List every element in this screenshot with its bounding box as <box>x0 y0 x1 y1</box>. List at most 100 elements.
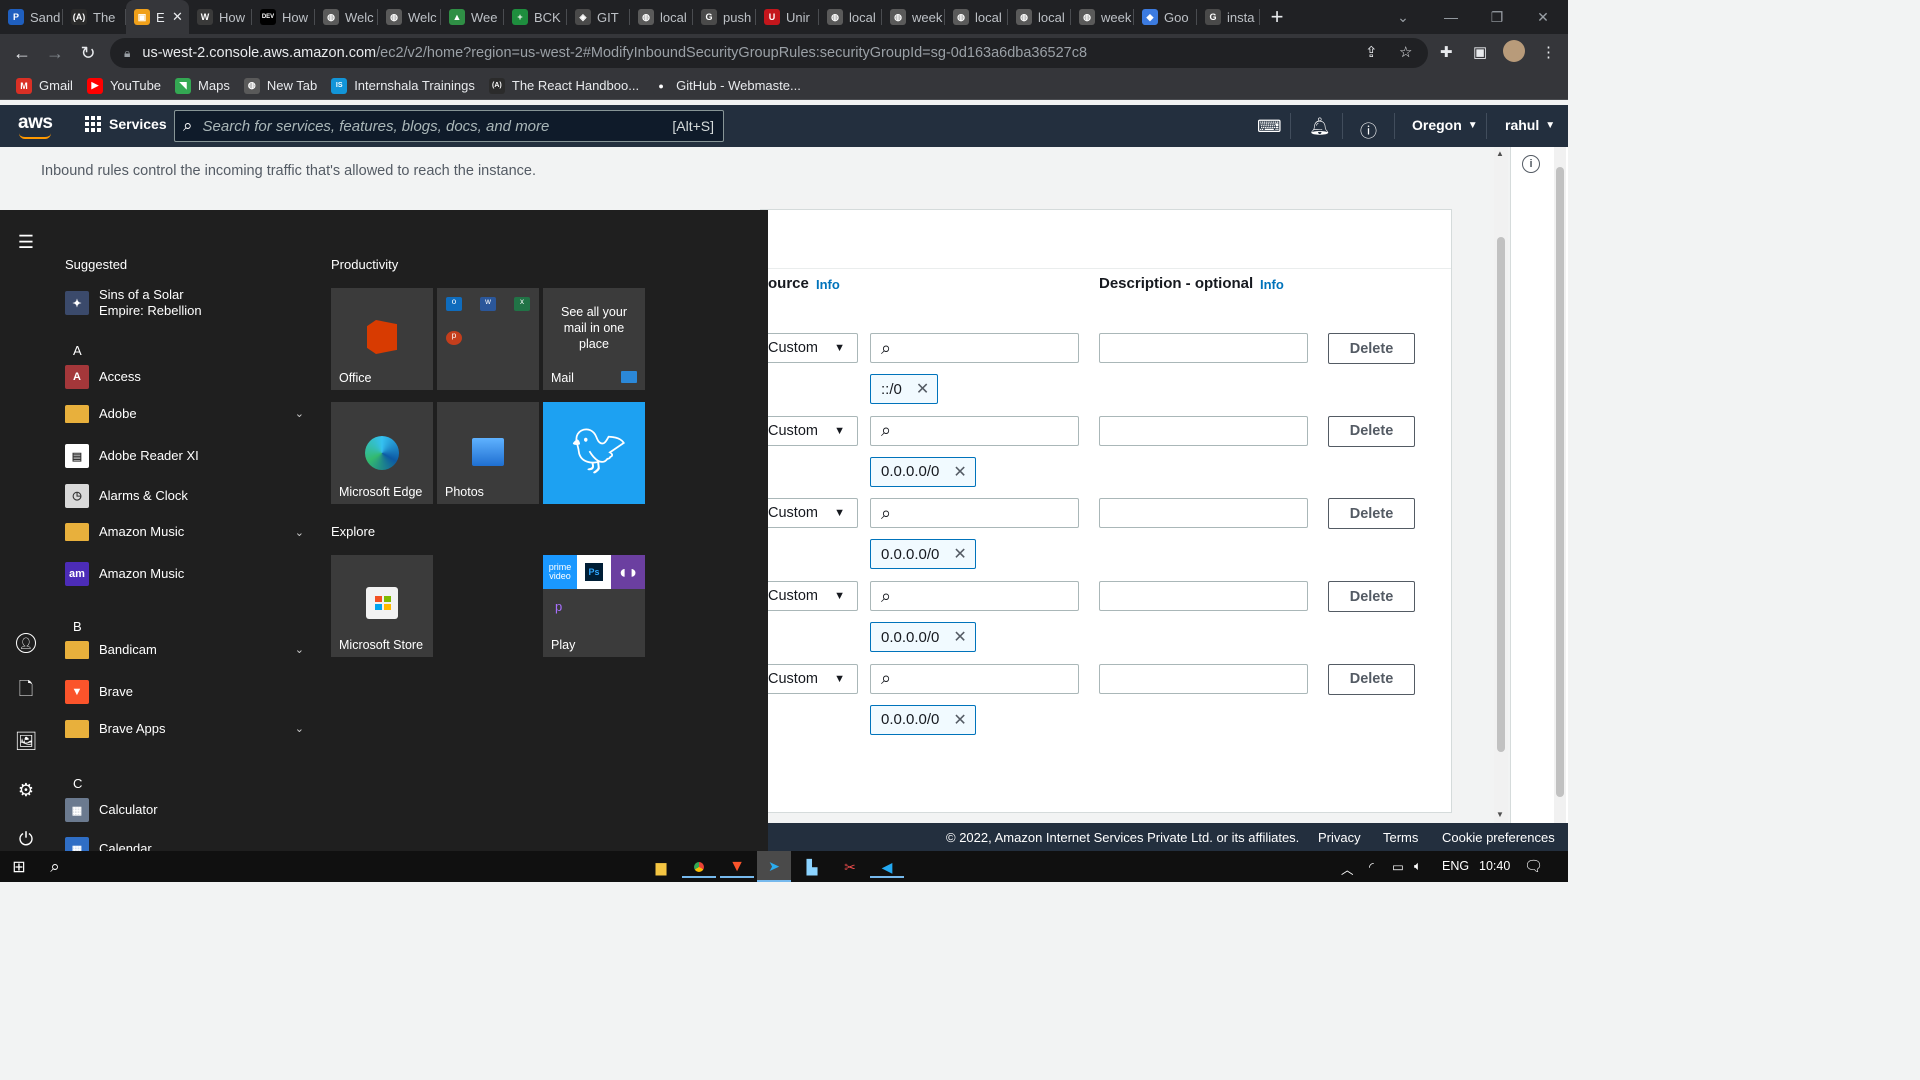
source-cidr-search-input[interactable]: ⌕ <box>870 581 1079 612</box>
browser-tab[interactable]: + BCK <box>504 0 567 34</box>
tray-chevron-icon[interactable]: ︿ <box>1341 859 1354 878</box>
close-window-button[interactable]: ✕ <box>1520 0 1566 34</box>
notes-app-icon[interactable]: ▙ <box>801 856 823 878</box>
source-cidr-search-input[interactable]: ⌕ <box>870 663 1079 694</box>
browser-tab[interactable]: ◍ week <box>1071 0 1134 34</box>
battery-icon[interactable]: ▭ <box>1392 859 1404 874</box>
browser-tab[interactable]: DEV How <box>252 0 315 34</box>
delete-rule-button[interactable]: Delete <box>1328 581 1415 613</box>
start-app-item[interactable]: Adobe ⌄ <box>65 404 310 423</box>
office-tile[interactable]: Office <box>331 288 433 390</box>
start-app-item[interactable]: ▦ Calendar <box>65 837 310 851</box>
start-app-item[interactable]: Amazon Music ⌄ <box>65 523 310 541</box>
side-panel-icon[interactable]: ▣ <box>1473 43 1487 61</box>
clock[interactable]: 10:40 <box>1479 859 1510 873</box>
profile-avatar[interactable] <box>1503 40 1525 62</box>
source-type-select[interactable]: Custom ▼ <box>762 415 858 446</box>
browser-tab[interactable]: ◍ local <box>945 0 1008 34</box>
remove-token-icon[interactable]: ✕ <box>916 379 929 399</box>
bookmark-item[interactable]: ◍ New Tab <box>243 77 317 94</box>
rule-description-input[interactable] <box>1099 663 1308 694</box>
browser-tab[interactable]: ◍ local <box>630 0 693 34</box>
browser-tab[interactable]: ◈ GIT <box>567 0 630 34</box>
brave-taskbar-icon[interactable]: ▼ <box>720 856 754 878</box>
source-info-link[interactable]: Info <box>816 277 840 292</box>
menu-kebab-icon[interactable]: ⋮ <box>1541 43 1556 61</box>
cloudshell-icon[interactable]: ⌨ <box>1257 117 1282 137</box>
wifi-icon[interactable]: ◜ <box>1369 859 1374 874</box>
start-app-item[interactable]: ▼ Brave <box>65 680 310 705</box>
notifications-icon[interactable]: 🗨︎ <box>1524 857 1543 875</box>
description-info-link[interactable]: Info <box>1260 277 1284 292</box>
browser-tab[interactable]: Ginsta <box>1197 0 1260 34</box>
account-menu[interactable]: rahul ▼ <box>1505 117 1555 133</box>
file-explorer-icon[interactable]: ▆ <box>650 856 672 878</box>
source-cidr-search-input[interactable]: ⌕ <box>870 333 1079 363</box>
notifications-bell-icon[interactable]: 🔔︎ <box>1309 117 1331 137</box>
twitter-tile[interactable]: 🐦︎ <box>543 402 645 504</box>
region-selector[interactable]: Oregon ▼ <box>1412 117 1478 133</box>
aws-logo[interactable]: aws <box>18 112 53 139</box>
address-bar[interactable]: 🔒︎ us-west-2.console.aws.amazon.com/ec2/… <box>110 38 1428 68</box>
start-app-item[interactable]: ✦ Sins of a Solar Empire: Rebellion <box>65 287 310 319</box>
remove-token-icon[interactable]: ✕ <box>953 627 966 647</box>
browser-tab[interactable]: (A) The <box>63 0 126 34</box>
delete-rule-button[interactable]: Delete <box>1328 663 1415 695</box>
office-apps-tile[interactable]: o w x p <box>437 288 539 390</box>
remove-token-icon[interactable]: ✕ <box>953 544 966 564</box>
play-tile[interactable]: prime video Ps ◖◗ p Play <box>543 555 645 657</box>
vscode-icon[interactable]: ◀ <box>870 856 904 878</box>
photos-tile[interactable]: Photos <box>437 402 539 504</box>
start-app-item[interactable]: ▤ Adobe Reader XI <box>65 444 310 469</box>
source-type-select[interactable]: Custom ▼ <box>762 333 858 363</box>
settings-gear-icon[interactable]: ⚙ <box>14 778 38 802</box>
remove-token-icon[interactable]: ✕ <box>953 710 966 730</box>
hamburger-menu-icon[interactable]: ☰ <box>14 230 38 254</box>
browser-tab[interactable]: ◍ Welc <box>378 0 441 34</box>
extensions-icon[interactable]: ✚ <box>1440 43 1453 61</box>
user-account-icon[interactable]: 👤︎ <box>14 631 38 655</box>
rule-description-input[interactable] <box>1099 498 1308 529</box>
browser-tab[interactable]: ◍ Welc <box>315 0 378 34</box>
power-icon[interactable]: ⏻ <box>14 827 38 851</box>
source-cidr-search-input[interactable]: ⌕ <box>870 415 1079 446</box>
aws-search-input[interactable]: ⌕ Search for services, features, blogs, … <box>174 110 724 142</box>
mail-tile[interactable]: See all your mail in one place Mail <box>543 288 645 390</box>
browser-tab[interactable]: W How <box>189 0 252 34</box>
reload-icon[interactable]: ↻ <box>75 40 101 66</box>
start-app-item[interactable]: Bandicam ⌄ <box>65 640 310 659</box>
tab-search-icon[interactable]: ⌄ <box>1380 0 1426 34</box>
browser-tab[interactable]: ◍ local <box>1008 0 1071 34</box>
delete-rule-button[interactable]: Delete <box>1328 415 1415 447</box>
source-cidr-search-input[interactable]: ⌕ <box>870 498 1079 529</box>
windows-start-icon[interactable]: ⊞ <box>8 856 30 878</box>
footer-privacy-link[interactable]: Privacy <box>1318 830 1361 845</box>
footer-terms-link[interactable]: Terms <box>1383 830 1418 845</box>
close-tab-icon[interactable]: ✕ <box>172 9 183 25</box>
bookmark-item[interactable]: IS Internshala Trainings <box>331 77 475 94</box>
restore-button[interactable]: ❐ <box>1474 0 1520 34</box>
bookmark-item[interactable]: ● GitHub - Webmaste... <box>653 77 801 94</box>
rule-description-input[interactable] <box>1099 415 1308 446</box>
browser-tab[interactable]: ◆ Goo <box>1134 0 1197 34</box>
minimize-button[interactable]: — <box>1428 0 1474 34</box>
info-panel-icon[interactable]: i <box>1522 155 1540 173</box>
rule-description-input[interactable] <box>1099 333 1308 363</box>
store-tile[interactable]: Microsoft Store <box>331 555 433 657</box>
footer-cookie-link[interactable]: Cookie preferences <box>1442 830 1555 845</box>
back-icon[interactable]: ← <box>9 40 35 66</box>
remove-token-icon[interactable]: ✕ <box>953 462 966 482</box>
bookmark-item[interactable]: M Gmail <box>16 77 73 94</box>
delete-rule-button[interactable]: Delete <box>1328 498 1415 530</box>
help-icon[interactable]: ⓘ <box>1360 117 1377 142</box>
start-app-item[interactable]: ▦ Calculator <box>65 798 310 822</box>
alphabet-group-header[interactable]: B <box>73 619 82 634</box>
snip-tool-icon[interactable]: ✂ <box>839 856 861 878</box>
source-type-select[interactable]: Custom ▼ <box>762 663 858 694</box>
bookmark-item[interactable]: ◥ Maps <box>175 77 230 94</box>
start-app-item[interactable]: ◷ Alarms & Clock <box>65 483 310 508</box>
page-scrollbar[interactable]: ▲ ▼ <box>1494 147 1508 823</box>
volume-icon[interactable]: 🔈︎ <box>1414 859 1422 874</box>
alphabet-group-header[interactable]: C <box>73 776 82 791</box>
browser-tab[interactable]: ▲ Wee <box>441 0 504 34</box>
